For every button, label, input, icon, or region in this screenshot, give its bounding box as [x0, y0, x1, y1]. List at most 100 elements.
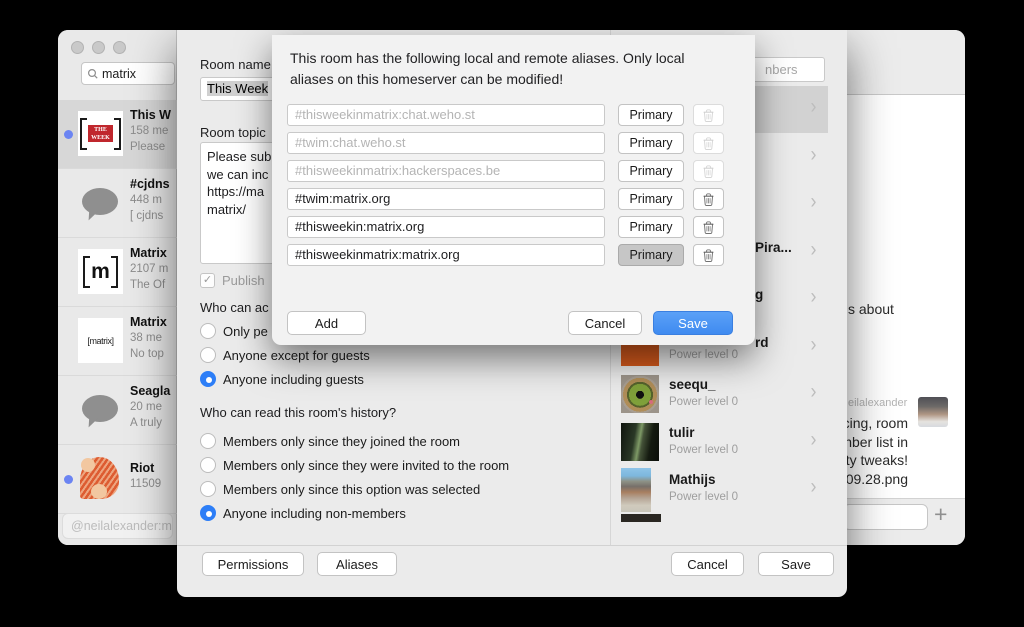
publish-checkbox[interactable]: ✓: [200, 273, 215, 288]
radio-button-selected[interactable]: [200, 371, 216, 387]
history-option[interactable]: Anyone including non-members: [200, 505, 406, 521]
room-topic-preview: [ cjdns: [130, 210, 176, 222]
aliases-dialog: This room has the following local and re…: [272, 35, 755, 345]
sidebar: matrix THEWEEK This W 158 me Please #cjd…: [58, 30, 177, 545]
trash-icon: [702, 164, 715, 178]
access-option[interactable]: Anyone except for guests: [200, 347, 370, 363]
avatar: [621, 514, 661, 522]
trash-icon: [702, 136, 715, 150]
primary-button[interactable]: Primary: [618, 160, 684, 182]
search-icon: [87, 68, 99, 80]
room-members-count: 158 me: [130, 125, 176, 137]
alias-input[interactable]: #thisweekinmatrix:matrix.org: [287, 244, 605, 266]
avatar: [621, 468, 651, 512]
trash-icon: [702, 192, 715, 206]
member-row[interactable]: Mathijs Power level 0 ›: [611, 466, 828, 513]
trash-icon: [702, 220, 715, 234]
access-option[interactable]: Anyone including guests: [200, 371, 364, 387]
alias-input-readonly: #thisweekinmatrix:hackerspaces.be: [287, 160, 605, 182]
access-option[interactable]: Only pe: [200, 323, 268, 339]
alias-row: #twim:matrix.org Primary: [272, 188, 755, 210]
radio-button-selected[interactable]: [200, 505, 216, 521]
room-topic-label: Room topic: [200, 125, 266, 140]
room-title: Seagla: [130, 384, 176, 398]
cancel-button[interactable]: Cancel: [671, 552, 744, 576]
avatar: [621, 375, 659, 413]
primary-button-active[interactable]: Primary: [618, 244, 684, 266]
avatar: [621, 423, 659, 461]
publish-label: Publish: [222, 273, 265, 288]
avatar: [918, 397, 948, 427]
publish-checkbox-row[interactable]: ✓ Publish: [200, 273, 265, 288]
alias-row: #twim:chat.weho.st Primary: [272, 132, 755, 154]
room-members-count: 2107 m: [130, 263, 176, 275]
zoom-button[interactable]: [113, 41, 126, 54]
history-option[interactable]: Members only since they joined the room: [200, 433, 460, 449]
add-alias-button[interactable]: Add: [287, 311, 366, 335]
alias-input-readonly: #twim:chat.weho.st: [287, 132, 605, 154]
search-value: matrix: [102, 67, 136, 81]
account-status: @neilalexander:m: [62, 513, 173, 539]
chevron-right-icon: ›: [811, 333, 817, 357]
chevron-right-icon: ›: [811, 238, 817, 262]
primary-button[interactable]: Primary: [618, 104, 684, 126]
room-members-count: 448 m: [130, 194, 176, 206]
room-topic-preview: Please: [130, 141, 176, 153]
member-row[interactable]: tulir Power level 0 ›: [611, 419, 828, 466]
permissions-button[interactable]: Permissions: [202, 552, 304, 576]
history-option[interactable]: Members only since this option was selec…: [200, 481, 480, 497]
room-name-label: Room name: [200, 57, 271, 72]
alias-row: #thisweekin:matrix.org Primary: [272, 216, 755, 238]
message-input[interactable]: [843, 504, 928, 530]
trash-icon: [702, 248, 715, 262]
radio-button[interactable]: [200, 323, 216, 339]
room-list-item[interactable]: m Matrix 2107 m The Of: [58, 238, 177, 307]
room-members-count: 20 me: [130, 401, 176, 413]
save-button[interactable]: Save: [653, 311, 733, 335]
room-list-item[interactable]: [matrix] Matrix 38 me No top: [58, 307, 177, 376]
delete-alias-button[interactable]: [693, 188, 724, 210]
delete-alias-button[interactable]: [693, 216, 724, 238]
radio-button[interactable]: [200, 481, 216, 497]
access-question-label: Who can ac: [200, 300, 269, 315]
room-avatar-riot: [78, 456, 123, 501]
attach-plus-button[interactable]: +: [934, 501, 947, 528]
close-button[interactable]: [71, 41, 84, 54]
room-list-item[interactable]: #cjdns 448 m [ cjdns: [58, 169, 177, 238]
alias-input[interactable]: #thisweekin:matrix.org: [287, 216, 605, 238]
primary-button[interactable]: Primary: [618, 188, 684, 210]
alias-row: #thisweekinmatrix:matrix.org Primary: [272, 244, 755, 266]
delete-alias-button-disabled: [693, 104, 724, 126]
search-input[interactable]: matrix: [81, 62, 175, 85]
room-title: Riot: [130, 461, 176, 475]
cancel-button[interactable]: Cancel: [568, 311, 642, 335]
chat-message-fragment: s about: [848, 301, 894, 317]
radio-button[interactable]: [200, 347, 216, 363]
radio-button[interactable]: [200, 457, 216, 473]
aliases-button[interactable]: Aliases: [317, 552, 397, 576]
footer-separator: [177, 545, 847, 546]
minimize-button[interactable]: [92, 41, 105, 54]
history-question-label: Who can read this room's history?: [200, 405, 396, 420]
unread-dot: [64, 475, 73, 484]
chevron-right-icon: ›: [811, 475, 817, 499]
delete-alias-button-disabled: [693, 160, 724, 182]
radio-button[interactable]: [200, 433, 216, 449]
delete-alias-button[interactable]: [693, 244, 724, 266]
aliases-message: This room has the following local and re…: [290, 48, 745, 89]
window-controls: [71, 41, 126, 54]
history-option[interactable]: Members only since they were invited to …: [200, 457, 509, 473]
primary-button[interactable]: Primary: [618, 132, 684, 154]
room-avatar-matrix-logo: [matrix]: [78, 318, 123, 363]
alias-input[interactable]: #twim:matrix.org: [287, 188, 605, 210]
alias-row: #thisweekinmatrix:chat.weho.st Primary: [272, 104, 755, 126]
primary-button[interactable]: Primary: [618, 216, 684, 238]
save-button[interactable]: Save: [758, 552, 834, 576]
room-list-item[interactable]: Riot 11509: [58, 445, 177, 514]
alias-row: #thisweekinmatrix:hackerspaces.be Primar…: [272, 160, 755, 182]
member-row[interactable]: seequ_ Power level 0 ›: [611, 371, 828, 418]
chevron-right-icon: ›: [811, 95, 817, 119]
room-list-item[interactable]: Seagla 20 me A truly: [58, 376, 177, 445]
room-title: Matrix: [130, 246, 176, 260]
room-list-item[interactable]: THEWEEK This W 158 me Please: [58, 100, 177, 169]
